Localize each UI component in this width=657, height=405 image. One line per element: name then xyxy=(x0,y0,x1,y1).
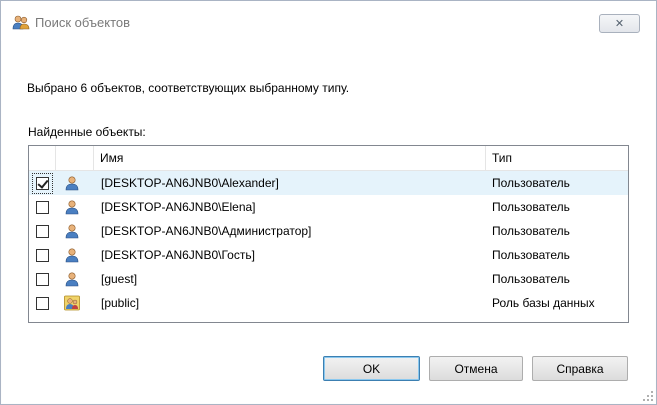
row-checkbox[interactable] xyxy=(36,225,49,238)
row-name: [guest] xyxy=(101,272,138,286)
row-type: Пользователь xyxy=(492,200,570,214)
header-name-column[interactable]: Имя xyxy=(94,146,486,170)
row-type: Пользователь xyxy=(492,176,570,190)
table-row[interactable]: [DESKTOP-AN6JNB0\Alexander] Пользователь xyxy=(29,171,628,195)
cancel-button[interactable]: Отмена xyxy=(429,356,523,381)
row-name: [public] xyxy=(101,296,140,310)
row-checkbox[interactable] xyxy=(36,273,49,286)
row-name: [DESKTOP-AN6JNB0\Администратор] xyxy=(101,224,312,238)
window-title: Поиск объектов xyxy=(35,15,131,30)
row-checkbox[interactable] xyxy=(36,201,49,214)
close-button[interactable]: ✕ xyxy=(599,14,640,33)
row-checkbox[interactable] xyxy=(36,297,49,310)
row-name: [DESKTOP-AN6JNB0\Alexander] xyxy=(101,176,279,190)
row-type: Роль базы данных xyxy=(492,296,595,310)
row-type: Пользователь xyxy=(492,272,570,286)
row-checkbox[interactable] xyxy=(36,177,49,190)
user-icon xyxy=(64,223,80,239)
search-objects-dialog: Поиск объектов ✕ Выбрано 6 объектов, соо… xyxy=(0,0,657,405)
user-icon xyxy=(64,175,80,191)
found-objects-label: Найденные объекты: xyxy=(28,125,146,139)
users-icon xyxy=(12,14,30,30)
table-row[interactable]: [public] Роль базы данных xyxy=(29,291,628,315)
row-name: [DESKTOP-AN6JNB0\Гость] xyxy=(101,248,255,262)
grid-header: Имя Тип xyxy=(29,146,628,171)
table-row[interactable]: [DESKTOP-AN6JNB0\Администратор] Пользоват… xyxy=(29,219,628,243)
database-role-icon xyxy=(64,295,80,311)
row-type: Пользователь xyxy=(492,224,570,238)
header-icon-column[interactable] xyxy=(56,146,94,170)
user-icon xyxy=(64,199,80,215)
header-type-column[interactable]: Тип xyxy=(486,146,628,170)
table-row[interactable]: [guest] Пользователь xyxy=(29,267,628,291)
found-objects-grid: Имя Тип [DESKTOP-AN6JNB0\Alexander] Польз… xyxy=(28,145,629,323)
user-icon xyxy=(64,247,80,263)
table-row[interactable]: [DESKTOP-AN6JNB0\Гость] Пользователь xyxy=(29,243,628,267)
user-icon xyxy=(64,271,80,287)
row-checkbox[interactable] xyxy=(36,249,49,262)
resize-grip-icon[interactable] xyxy=(643,391,653,401)
result-message: Выбрано 6 объектов, соответствующих выбр… xyxy=(27,81,350,95)
row-type: Пользователь xyxy=(492,248,570,262)
title-bar: Поиск объектов ✕ xyxy=(1,1,656,41)
help-button[interactable]: Справка xyxy=(532,356,628,381)
table-row[interactable]: [DESKTOP-AN6JNB0\Elena] Пользователь xyxy=(29,195,628,219)
ok-button[interactable]: OK xyxy=(323,356,420,381)
close-icon: ✕ xyxy=(614,18,625,30)
row-name: [DESKTOP-AN6JNB0\Elena] xyxy=(101,200,256,214)
header-checkbox-column[interactable] xyxy=(29,146,56,170)
